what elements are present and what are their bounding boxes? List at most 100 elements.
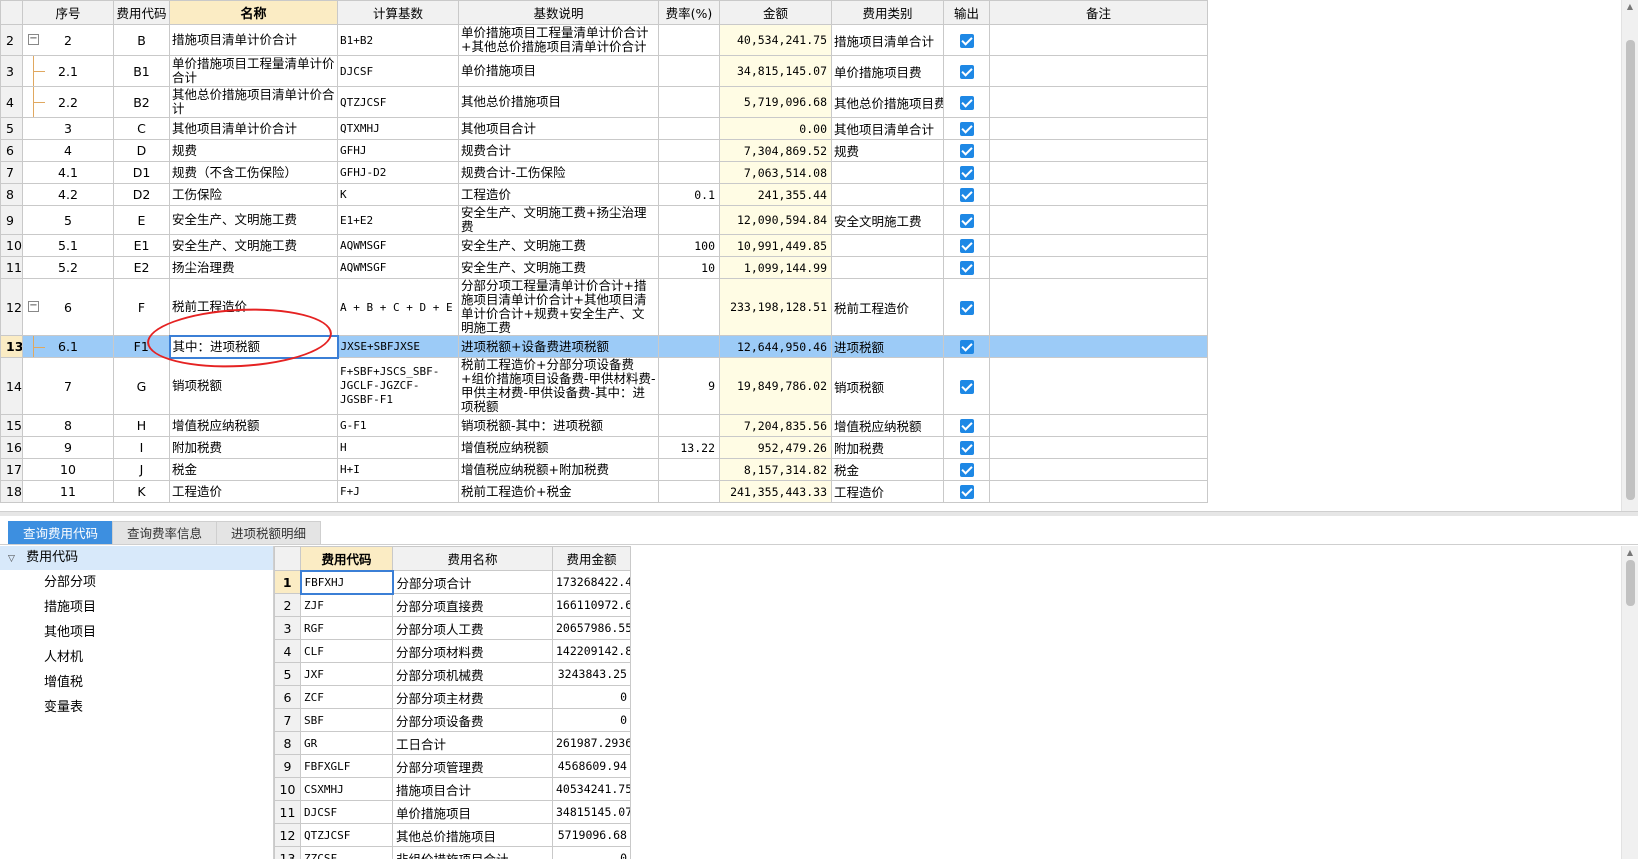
fee-name-cell[interactable]: 分部分项人工费	[392, 616, 553, 640]
amount-cell[interactable]: 233,198,128.51	[719, 278, 832, 336]
base-cell[interactable]: JXSE+SBFJXSE	[337, 335, 459, 358]
table-row[interactable]: 1 FBFXHJ 分部分项合计 173268422.4	[274, 569, 631, 595]
seq-cell[interactable]: 10	[22, 458, 114, 481]
category-cell[interactable]: 单价措施项目费	[831, 55, 944, 87]
category-cell[interactable]: 其他总价措施项目费	[831, 86, 944, 118]
seq-cell[interactable]: 2.2	[22, 86, 114, 118]
fee-code-cell[interactable]: I	[113, 436, 170, 459]
remark-cell[interactable]	[989, 458, 1208, 481]
remark-cell[interactable]	[989, 278, 1208, 336]
seq-cell[interactable]: 3	[22, 117, 114, 140]
seq-cell[interactable]: 5	[22, 205, 114, 235]
tree-item[interactable]: 其他项目	[0, 620, 273, 645]
table-row[interactable]: 11 5.2 E2 扬尘治理费 AQWMSGF 安全生产、文明施工费 10 1,099,144…	[0, 256, 1208, 279]
table-row[interactable]: 7 SBF 分部分项设备费 0	[274, 708, 631, 732]
fee-code-cell[interactable]: J	[113, 458, 170, 481]
output-checkbox[interactable]	[959, 166, 974, 181]
fee-code-cell[interactable]: B1	[113, 55, 170, 87]
rate-cell[interactable]	[658, 480, 720, 503]
fee-code-cell[interactable]: E1	[113, 234, 170, 257]
fee-name-cell[interactable]: 分部分项主材费	[392, 685, 553, 709]
base-cell[interactable]: F+J	[337, 480, 459, 503]
table-row[interactable]: 11 DJCSF 单价措施项目 34815145.07	[274, 800, 631, 824]
base-cell[interactable]: DJCSF	[337, 55, 459, 87]
name-cell[interactable]: 税金	[169, 458, 338, 481]
name-cell[interactable]: 规费	[169, 139, 338, 162]
output-checkbox[interactable]	[959, 144, 974, 159]
fee-amount-cell[interactable]: 34815145.07	[552, 800, 631, 824]
fee-amount-cell[interactable]: 5719096.68	[552, 823, 631, 847]
seq-cell[interactable]: 5.1	[22, 234, 114, 257]
header-code[interactable]: 费用代码	[113, 0, 170, 25]
output-cell[interactable]	[943, 205, 990, 235]
header-base[interactable]: 计算基数	[337, 0, 459, 25]
seq-cell[interactable]: 4	[22, 139, 114, 162]
name-cell[interactable]: 安全生产、文明施工费	[169, 205, 338, 235]
table-row[interactable]: 18 11 K 工程造价 F+J 税前工程造价+税金 241,355,443.33 工程造价	[0, 480, 1208, 503]
name-cell[interactable]: 增值税应纳税额	[169, 414, 338, 437]
fee-code-cell[interactable]: RGF	[300, 616, 393, 640]
header-name[interactable]: 名称	[169, 0, 338, 25]
seq-cell[interactable]: 4.2	[22, 183, 114, 206]
category-cell[interactable]: 税金	[831, 458, 944, 481]
fee-code-cell[interactable]: ZCF	[300, 685, 393, 709]
remark-cell[interactable]	[989, 335, 1208, 358]
fee-name-cell[interactable]: 单价措施项目	[392, 800, 553, 824]
base-cell[interactable]: AQWMSGF	[337, 256, 459, 279]
remark-cell[interactable]	[989, 183, 1208, 206]
fee-code-cell[interactable]: E	[113, 205, 170, 235]
base-cell[interactable]: E1+E2	[337, 205, 459, 235]
table-row[interactable]: 3 RGF 分部分项人工费 20657986.55	[274, 616, 631, 640]
rate-cell[interactable]	[658, 414, 720, 437]
header-seq[interactable]: 序号	[22, 0, 114, 25]
lower-corner-cell[interactable]	[274, 546, 301, 571]
base-cell[interactable]: QTXMHJ	[337, 117, 459, 140]
output-cell[interactable]	[943, 256, 990, 279]
base-desc-cell[interactable]: 安全生产、文明施工费+扬尘治理费	[458, 205, 659, 235]
output-checkbox[interactable]	[959, 95, 974, 110]
fee-name-cell[interactable]: 工日合计	[392, 731, 553, 755]
output-cell[interactable]	[943, 436, 990, 459]
fee-code-cell[interactable]: FBFXGLF	[300, 754, 393, 778]
tree-item[interactable]: 人材机	[0, 645, 273, 670]
seq-cell[interactable]: 9	[22, 436, 114, 459]
table-row[interactable]: 4 2.2 B2 其他总价措施项目清单计价合计 QTZJCSF 其他总价措施项目 5,719…	[0, 86, 1208, 118]
seq-cell[interactable]: 5.2	[22, 256, 114, 279]
fee-code-cell[interactable]: B2	[113, 86, 170, 118]
amount-cell[interactable]: 7,063,514.08	[719, 161, 832, 184]
fee-code-cell[interactable]: QTZJCSF	[300, 823, 393, 847]
output-cell[interactable]	[943, 458, 990, 481]
output-cell[interactable]	[943, 414, 990, 437]
output-cell[interactable]	[943, 234, 990, 257]
seq-cell[interactable]: −2	[22, 24, 114, 56]
tree-item[interactable]: 增值税	[0, 670, 273, 695]
fee-code-cell[interactable]: D2	[113, 183, 170, 206]
category-cell[interactable]: 工程造价	[831, 480, 944, 503]
category-cell[interactable]: 税前工程造价	[831, 278, 944, 336]
base-desc-cell[interactable]: 工程造价	[458, 183, 659, 206]
name-cell[interactable]: 其中：进项税额	[168, 334, 339, 359]
category-cell[interactable]	[831, 234, 944, 257]
amount-cell[interactable]: 241,355.44	[719, 183, 832, 206]
output-cell[interactable]	[943, 335, 990, 358]
output-cell[interactable]	[943, 86, 990, 118]
remark-cell[interactable]	[989, 480, 1208, 503]
fee-code-cell[interactable]: CLF	[300, 639, 393, 663]
fee-code-cell[interactable]: JXF	[300, 662, 393, 686]
base-desc-cell[interactable]: 其他总价措施项目	[458, 86, 659, 118]
chevron-down-icon[interactable]: ▽	[8, 547, 22, 571]
base-desc-cell[interactable]: 单价措施项目工程量清单计价合计+其他总价措施项目清单计价合计	[458, 24, 659, 56]
category-cell[interactable]: 增值税应纳税额	[831, 414, 944, 437]
remark-cell[interactable]	[989, 436, 1208, 459]
corner-cell[interactable]	[0, 0, 23, 25]
table-row[interactable]: 4CLF分部分项材料费142209142.86	[274, 639, 631, 663]
seq-cell[interactable]: 2.1	[22, 55, 114, 87]
table-row[interactable]: 13 ZZCSF 非组价措施项目合计 0	[274, 846, 631, 859]
amount-cell[interactable]: 12,090,594.84	[719, 205, 832, 235]
tree-root-fee-code[interactable]: ▽ 费用代码	[0, 546, 273, 570]
rate-cell[interactable]: 13.22	[658, 436, 720, 459]
amount-cell[interactable]: 241,355,443.33	[719, 480, 832, 503]
name-cell[interactable]: 其他总价措施项目清单计价合计	[169, 86, 338, 118]
rate-cell[interactable]	[658, 117, 720, 140]
fee-code-cell[interactable]: FBFXHJ	[299, 569, 394, 595]
